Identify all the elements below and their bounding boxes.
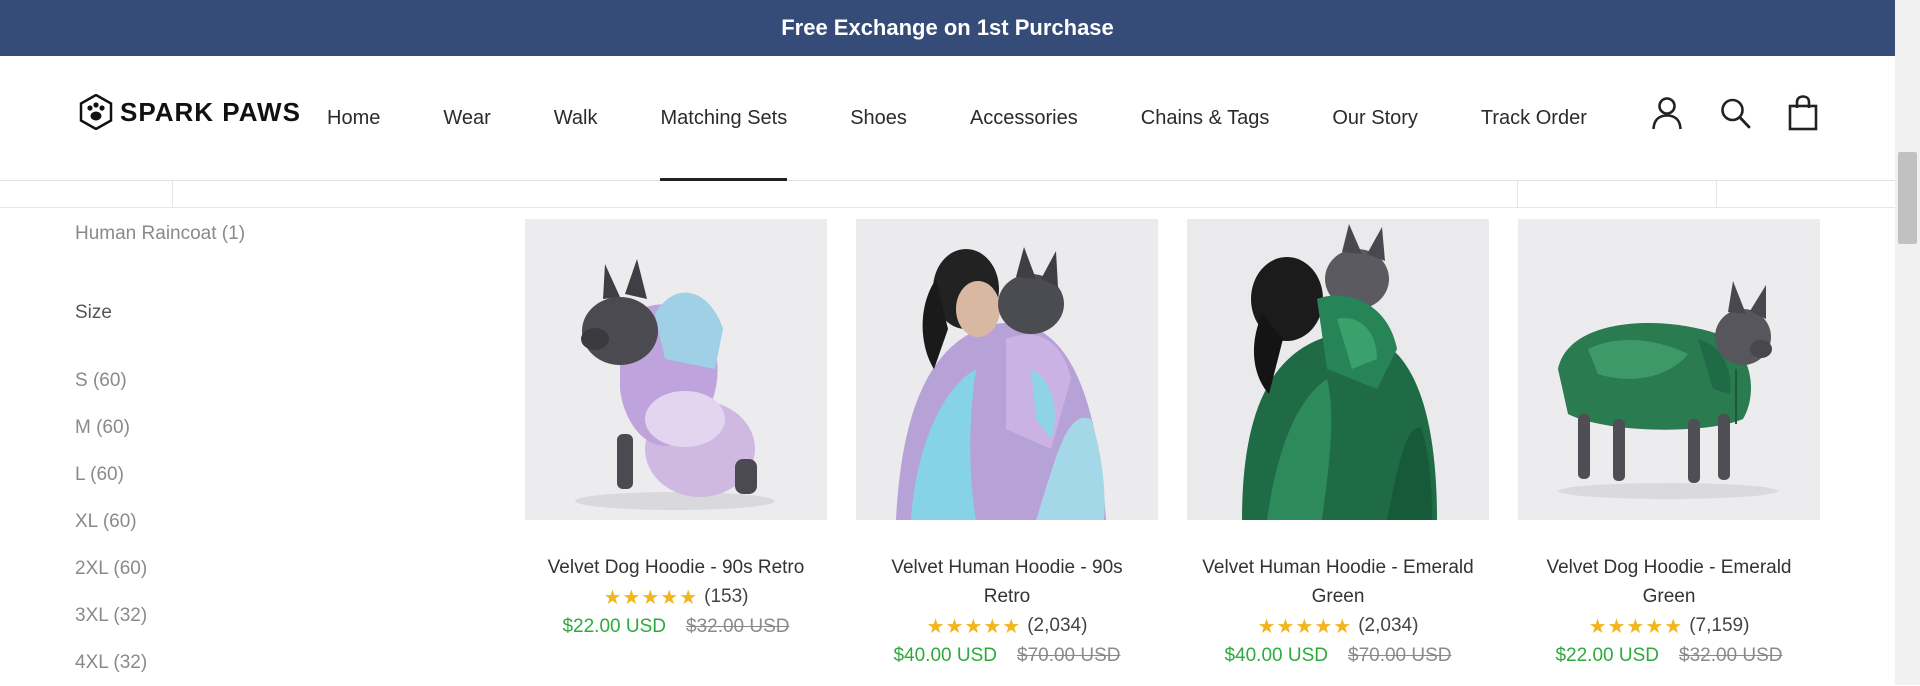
nav-item-wear[interactable]: Wear bbox=[443, 56, 490, 180]
product-price: $22.00 USD $32.00 USD bbox=[1518, 642, 1820, 670]
compare-price: $32.00 USD bbox=[686, 616, 790, 637]
review-count: (153) bbox=[704, 586, 749, 607]
product-rating[interactable]: ★★★★★ (7,159) bbox=[1518, 612, 1820, 640]
paw-logo-icon bbox=[79, 94, 113, 130]
sale-price: $40.00 USD bbox=[893, 645, 997, 666]
brand-name: SPARK PAWS bbox=[120, 96, 301, 127]
product-title[interactable]: Velvet Dog Hoodie - 90s Retro bbox=[525, 553, 827, 582]
nav-item-chains-tags[interactable]: Chains & Tags bbox=[1141, 56, 1270, 180]
star-rating-icon: ★★★★★ bbox=[603, 586, 699, 609]
product-card[interactable]: Velvet Dog Hoodie - 90s Retro ★★★★★ (153… bbox=[525, 219, 827, 641]
size-option-3xl[interactable]: 3XL (32) bbox=[75, 592, 147, 639]
bag-icon[interactable] bbox=[1786, 94, 1820, 132]
product-image[interactable] bbox=[1518, 219, 1820, 520]
nav-item-home[interactable]: Home bbox=[327, 56, 380, 180]
size-option-4xl[interactable]: 4XL (32) bbox=[75, 639, 147, 686]
product-rating[interactable]: ★★★★★ (2,034) bbox=[1187, 612, 1489, 640]
product-card[interactable]: Velvet Human Hoodie - Emerald Green ★★★★… bbox=[1187, 219, 1489, 670]
review-count: (2,034) bbox=[1027, 615, 1088, 636]
product-card[interactable]: Velvet Dog Hoodie - Emerald Green ★★★★★ … bbox=[1518, 219, 1820, 670]
nav-item-accessories[interactable]: Accessories bbox=[970, 56, 1078, 180]
announcement-text: Free Exchange on 1st Purchase bbox=[781, 15, 1114, 40]
nav-item-our-story[interactable]: Our Story bbox=[1332, 56, 1418, 180]
product-rating[interactable]: ★★★★★ (2,034) bbox=[856, 612, 1158, 640]
compare-price: $32.00 USD bbox=[1679, 645, 1783, 666]
nav-item-shoes[interactable]: Shoes bbox=[850, 56, 907, 180]
product-image[interactable] bbox=[525, 219, 827, 520]
star-rating-icon: ★★★★★ bbox=[1588, 615, 1684, 638]
size-option-m[interactable]: M (60) bbox=[75, 404, 147, 451]
site-header: SPARK PAWS Home Wear Walk Matching Sets … bbox=[0, 56, 1895, 181]
compare-price: $70.00 USD bbox=[1017, 645, 1121, 666]
size-option-xl[interactable]: XL (60) bbox=[75, 498, 147, 545]
nav-item-walk[interactable]: Walk bbox=[554, 56, 598, 180]
product-image[interactable] bbox=[856, 219, 1158, 520]
product-title[interactable]: Velvet Human Hoodie - 90s Retro bbox=[856, 553, 1158, 611]
star-rating-icon: ★★★★★ bbox=[1257, 615, 1353, 638]
announcement-bar: Free Exchange on 1st Purchase bbox=[0, 0, 1895, 56]
compare-price: $70.00 USD bbox=[1348, 645, 1452, 666]
product-title[interactable]: Velvet Dog Hoodie - Emerald Green bbox=[1518, 553, 1820, 611]
product-price: $40.00 USD $70.00 USD bbox=[856, 642, 1158, 670]
header-actions bbox=[1650, 94, 1820, 132]
size-option-l[interactable]: L (60) bbox=[75, 451, 147, 498]
filter-option-human-raincoat[interactable]: Human Raincoat (1) bbox=[75, 223, 245, 245]
size-option-s[interactable]: S (60) bbox=[75, 357, 147, 404]
size-option-2xl[interactable]: 2XL (60) bbox=[75, 545, 147, 592]
product-price: $22.00 USD $32.00 USD bbox=[525, 613, 827, 641]
product-image[interactable] bbox=[1187, 219, 1489, 520]
collection-toolbar bbox=[0, 181, 1895, 208]
brand-logo[interactable]: SPARK PAWS bbox=[78, 92, 301, 132]
product-price: $40.00 USD $70.00 USD bbox=[1187, 642, 1489, 670]
scrollbar-thumb[interactable] bbox=[1898, 152, 1917, 244]
sale-price: $22.00 USD bbox=[1555, 645, 1659, 666]
page-scrollbar[interactable] bbox=[1895, 0, 1920, 685]
product-title[interactable]: Velvet Human Hoodie - Emerald Green bbox=[1187, 553, 1489, 611]
star-rating-icon: ★★★★★ bbox=[926, 615, 1022, 638]
account-icon[interactable] bbox=[1650, 94, 1684, 132]
nav-item-track-order[interactable]: Track Order bbox=[1481, 56, 1587, 180]
review-count: (2,034) bbox=[1358, 615, 1419, 636]
sale-price: $22.00 USD bbox=[562, 616, 666, 637]
toolbar-divider bbox=[172, 181, 173, 207]
nav-item-matching-sets[interactable]: Matching Sets bbox=[660, 56, 787, 181]
sale-price: $40.00 USD bbox=[1224, 645, 1328, 666]
size-filter-list: S (60) M (60) L (60) XL (60) 2XL (60) 3X… bbox=[75, 357, 147, 686]
search-icon[interactable] bbox=[1718, 94, 1752, 132]
product-card[interactable]: Velvet Human Hoodie - 90s Retro ★★★★★ (2… bbox=[856, 219, 1158, 670]
product-rating[interactable]: ★★★★★ (153) bbox=[525, 583, 827, 611]
size-filter-title[interactable]: Size bbox=[75, 302, 112, 324]
review-count: (7,159) bbox=[1689, 615, 1750, 636]
toolbar-divider bbox=[1716, 181, 1717, 207]
toolbar-divider bbox=[1517, 181, 1518, 207]
main-nav: Home Wear Walk Matching Sets Shoes Acces… bbox=[327, 56, 1650, 181]
